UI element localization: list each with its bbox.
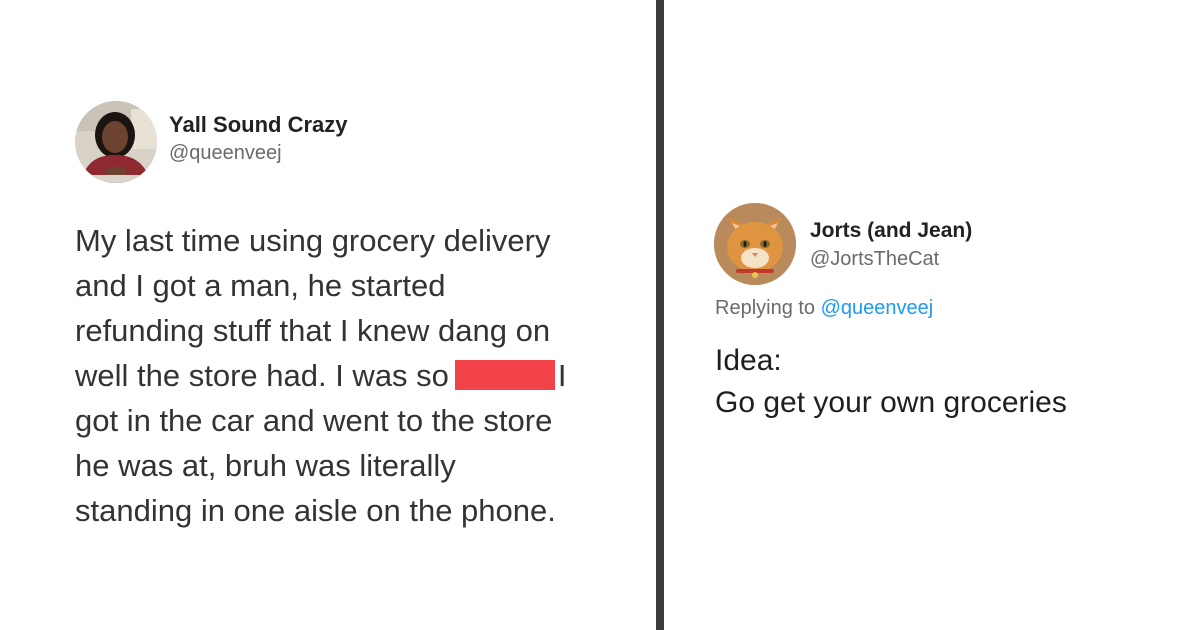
tweet-line: Go get your own groceries — [715, 386, 1067, 419]
user-handle[interactable]: @queenveej — [169, 142, 282, 165]
tweet-line: and I got a man, he started — [75, 268, 446, 303]
tweet-text-before-redaction: well the store had. I was so — [75, 358, 449, 393]
cat-profile-icon — [714, 203, 796, 285]
tweet-line: got in the car and went to the store — [75, 403, 553, 438]
tweet-text: Idea: Go get your own groceries — [715, 340, 1067, 424]
reply-mention-link[interactable]: @queenveej — [821, 297, 934, 319]
avatar[interactable] — [714, 203, 796, 285]
redaction-block — [454, 360, 555, 390]
avatar[interactable] — [75, 101, 157, 183]
tweet-line: he was at, bruh was literally — [75, 448, 456, 483]
panel-divider — [656, 0, 664, 630]
display-name[interactable]: Jorts (and Jean) — [810, 219, 972, 243]
tweet-line: refunding stuff that I knew dang on — [75, 313, 551, 348]
tweet-text: My last time using grocery delivery and … — [75, 218, 635, 533]
replying-to-line: Replying to @queenveej — [715, 297, 933, 320]
woman-profile-icon — [75, 101, 157, 183]
tweet-text-after-redaction: I — [557, 358, 567, 393]
user-handle[interactable]: @JortsTheCat — [810, 248, 939, 271]
left-tweet-panel: Yall Sound Crazy @queenveej My last time… — [0, 0, 656, 630]
replying-to-label: Replying to — [715, 297, 816, 319]
tweet-line: well the store had. I was so I — [75, 353, 635, 398]
tweet-line: standing in one aisle on the phone. — [75, 493, 556, 528]
display-name[interactable]: Yall Sound Crazy — [169, 112, 348, 138]
tweet-line: My last time using grocery delivery — [75, 223, 551, 258]
tweet-line: Idea: — [715, 344, 782, 377]
